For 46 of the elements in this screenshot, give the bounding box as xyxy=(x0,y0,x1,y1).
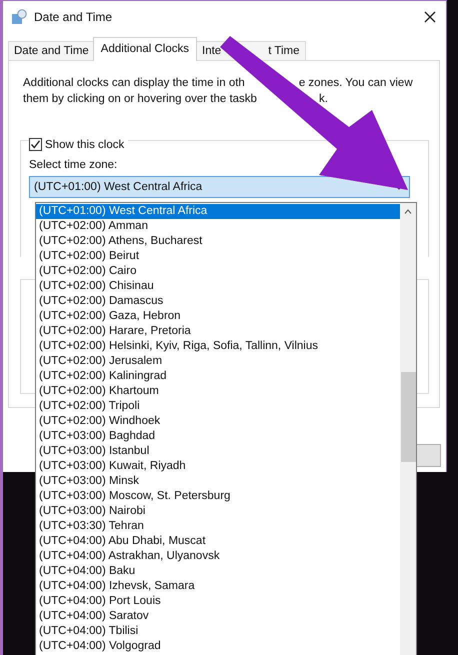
list-item[interactable]: (UTC+03:00) Baghdad xyxy=(36,429,400,444)
clock-calendar-icon xyxy=(11,9,27,25)
list-item[interactable]: (UTC+01:00) West Central Africa xyxy=(36,204,400,219)
time-zone-dropdown[interactable]: (UTC+01:00) West Central Africa xyxy=(29,176,410,198)
list-item[interactable]: (UTC+04:00) Tbilisi xyxy=(36,624,400,639)
list-item[interactable]: (UTC+03:00) Nairobi xyxy=(36,504,400,519)
list-item[interactable]: (UTC+02:00) Beirut xyxy=(36,249,400,264)
list-item[interactable]: (UTC+03:00) Istanbul xyxy=(36,444,400,459)
list-item[interactable]: (UTC+02:00) Damascus xyxy=(36,294,400,309)
list-item[interactable]: (UTC+02:00) Chisinau xyxy=(36,279,400,294)
list-item[interactable]: (UTC+02:00) Harare, Pretoria xyxy=(36,324,400,339)
list-item[interactable]: (UTC+03:00) Kuwait, Riyadh xyxy=(36,459,400,474)
field-label: Select time zone: xyxy=(29,159,118,171)
window-title: Date and Time xyxy=(34,10,114,24)
scrollbar[interactable] xyxy=(400,203,416,655)
list-item[interactable]: (UTC+03:00) Minsk xyxy=(36,474,400,489)
list-item[interactable]: (UTC+03:30) Tehran xyxy=(36,519,400,534)
list-item[interactable]: (UTC+02:00) Athens, Bucharest xyxy=(36,234,400,249)
list-item[interactable]: (UTC+02:00) Cairo xyxy=(36,264,400,279)
list-item[interactable]: (UTC+02:00) Khartoum xyxy=(36,384,400,399)
description-text: e zones. You can view xyxy=(298,76,413,91)
list-item[interactable]: (UTC+02:00) Kaliningrad xyxy=(36,369,400,384)
tab[interactable]: Date and Time xyxy=(8,41,95,61)
list-item[interactable]: (UTC+04:00) Saratov xyxy=(36,609,400,624)
list-item[interactable]: (UTC+02:00) Jerusalem xyxy=(36,354,400,369)
list-item[interactable]: (UTC+04:00) Izhevsk, Samara xyxy=(36,579,400,594)
list-item[interactable]: (UTC+02:00) Tripoli xyxy=(36,399,400,414)
list-item[interactable]: (UTC+04:00) Astrakhan, Ulyanovsk xyxy=(36,549,400,564)
list-item[interactable]: (UTC+02:00) Amman xyxy=(36,219,400,234)
list-item[interactable]: (UTC+04:00) Baku xyxy=(36,564,400,579)
checkbox[interactable] xyxy=(29,138,42,151)
scroll-up-icon[interactable] xyxy=(404,209,412,214)
list-item[interactable]: (UTC+02:00) Windhoek xyxy=(36,414,400,429)
close-icon[interactable] xyxy=(424,11,436,23)
scrollbar-thumb[interactable] xyxy=(400,372,416,462)
list-item[interactable]: (UTC+04:00) Abu Dhabi, Muscat xyxy=(36,534,400,549)
list-item[interactable]: (UTC+04:00) Volgograd xyxy=(36,639,400,654)
description-text: k. xyxy=(318,92,328,107)
list-item[interactable]: (UTC+02:00) Helsinki, Kyiv, Riga, Sofia, Tallinn, Vilnius xyxy=(36,339,400,354)
description-text: them by clicking on or hovering over the taskb xyxy=(23,92,257,107)
tab[interactable]: Additional Clocks xyxy=(92,37,198,61)
list-item[interactable]: (UTC+04:00) Port Louis xyxy=(36,594,400,609)
list-item[interactable]: (UTC+03:00) Moscow, St. Petersburg xyxy=(36,489,400,504)
checkbox-label: Show this clock xyxy=(45,138,124,150)
description-text: Additional clocks can display the time in oth xyxy=(23,76,245,91)
list-item[interactable]: (UTC+02:00) Gaza, Hebron xyxy=(36,309,400,324)
